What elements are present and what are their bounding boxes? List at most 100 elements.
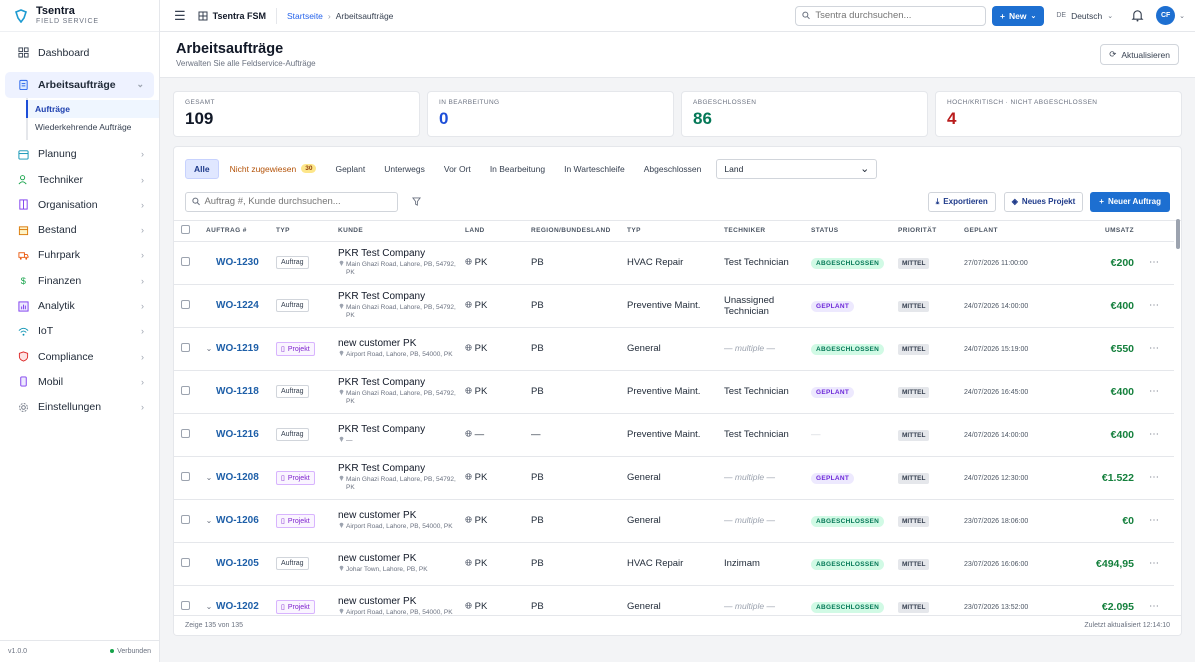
new-button[interactable]: + New ⌄ [992,5,1045,26]
bell-icon[interactable] [1131,9,1144,22]
customer-name[interactable]: PKR Test Company [338,424,465,435]
tab-alle[interactable]: Alle [185,158,219,179]
checkbox[interactable] [181,557,190,567]
work-order-link[interactable]: WO-1205 [216,558,259,569]
more-icon[interactable]: ⋯ [1134,542,1174,586]
tab-vor-ort[interactable]: Vor Ort [436,159,479,179]
row-select[interactable] [174,284,196,328]
checkbox[interactable] [181,600,190,610]
checkbox[interactable] [181,225,190,235]
avatar[interactable]: CF [1156,6,1176,25]
sidebar-item-finanzen[interactable]: $ Finanzen › [5,268,154,293]
global-search[interactable] [795,5,986,26]
scrollbar[interactable] [1176,219,1180,249]
sidebar-subitem[interactable]: Aufträge [26,99,159,118]
sidebar-item-bestand[interactable]: Bestand › [5,217,154,242]
customer-name[interactable]: new customer PK [338,596,465,607]
more-icon[interactable]: ⋯ [1134,456,1174,500]
more-icon[interactable]: ⋯ [1134,413,1174,457]
row-select[interactable] [174,370,196,414]
checkbox[interactable] [181,342,190,352]
customer-name[interactable]: PKR Test Company [338,463,465,474]
tab-in-bearbeitung[interactable]: In Bearbeitung [482,159,553,179]
more-icon[interactable]: ⋯ [1134,241,1174,285]
row-select[interactable] [174,456,196,500]
work-order-link[interactable]: WO-1206 [216,515,259,526]
table-row[interactable]: WO-1216 Auftrag PKR Test Company — — — Preven… [174,413,1174,457]
chevron-down-icon[interactable]: ⌄ [202,344,216,353]
tab-nicht-zugewiesen[interactable]: Nicht zugewiesen 30 [222,159,325,179]
column-header[interactable]: GEPLANT [964,221,1054,242]
row-select[interactable] [174,499,196,543]
filter-icon[interactable] [412,197,421,206]
table-row[interactable]: ⌄ WO-1219 ▯ Projekt new customer PK Airport R… [174,327,1174,371]
row-select[interactable] [174,241,196,285]
customer-name[interactable]: new customer PK [338,553,465,564]
column-header[interactable]: UMSATZ [1054,221,1134,242]
work-order-link[interactable]: WO-1218 [216,386,259,397]
column-header[interactable]: REGION/BUNDESLAND [531,221,627,242]
row-select[interactable] [174,327,196,371]
select-all[interactable] [174,221,196,242]
checkbox[interactable] [181,471,190,481]
column-header[interactable]: LAND [465,221,531,242]
new-order-button[interactable]: + Neuer Auftrag [1090,191,1170,212]
column-header[interactable]: PRIORITÄT [898,221,964,242]
work-order-link[interactable]: WO-1202 [216,601,259,612]
tab-abgeschlossen[interactable]: Abgeschlossen [636,159,710,179]
customer-name[interactable]: new customer PK [338,338,465,349]
table-search[interactable] [185,191,398,212]
checkbox[interactable] [181,385,190,395]
tab-in-warteschleife[interactable]: In Warteschleife [556,159,633,179]
more-icon[interactable]: ⋯ [1134,284,1174,328]
table-row[interactable]: WO-1224 Auftrag PKR Test Company Main Ghazi… [174,284,1174,328]
table-row[interactable]: WO-1230 Auftrag PKR Test Company Main Ghazi… [174,241,1174,285]
more-icon[interactable]: ⋯ [1134,370,1174,414]
column-header[interactable]: KUNDE [338,221,465,242]
sidebar-item-fuhrpark[interactable]: Fuhrpark › [5,243,154,268]
more-icon[interactable]: ⋯ [1134,327,1174,371]
table-row[interactable]: WO-1205 Auftrag new customer PK Johar Town,… [174,542,1174,586]
customer-name[interactable]: new customer PK [338,510,465,521]
chevron-down-icon[interactable]: ⌄ [1179,12,1185,20]
tab-unterwegs[interactable]: Unterwegs [376,159,433,179]
new-project-button[interactable]: ◈ Neues Projekt [1003,191,1084,212]
table-search-input[interactable] [204,196,391,207]
column-header[interactable]: TECHNIKER [724,221,811,242]
table-row[interactable]: ⌄ WO-1206 ▯ Projekt new customer PK Airport R… [174,499,1174,543]
checkbox[interactable] [181,514,190,524]
sidebar-subitem[interactable]: Wiederkehrende Aufträge [28,118,159,136]
land-select[interactable]: Land ⌄ [716,158,878,179]
column-header[interactable]: TYP [276,221,338,242]
breadcrumb-home[interactable]: Startseite [287,11,323,21]
work-order-link[interactable]: WO-1208 [216,472,259,483]
refresh-button[interactable]: ⟳ Aktualisieren [1100,44,1179,65]
chevron-down-icon[interactable]: ⌄ [202,602,216,611]
language-select[interactable]: DE Deutsch ⌄ [1056,11,1113,21]
column-header[interactable]: AUFTRAG # [196,221,276,242]
more-icon[interactable]: ⋯ [1134,499,1174,543]
column-header[interactable]: TYP [627,221,724,242]
sidebar-item-organisation[interactable]: Organisation › [5,192,154,217]
checkbox[interactable] [181,428,190,438]
sidebar-item-planung[interactable]: Planung › [5,142,154,167]
global-search-input[interactable] [815,10,979,21]
chevron-down-icon[interactable]: ⌄ [202,473,216,482]
sidebar-item-analytik[interactable]: Analytik › [5,293,154,318]
checkbox[interactable] [181,299,190,309]
export-button[interactable]: ⤓ Exportieren [927,191,996,212]
work-order-link[interactable]: WO-1216 [216,429,259,440]
table-row[interactable]: ⌄ WO-1208 ▯ Projekt PKR Test Company Main Gha… [174,456,1174,500]
work-order-link[interactable]: WO-1230 [216,257,259,268]
sidebar-item-techniker[interactable]: Techniker › [5,167,154,192]
sidebar-item-dashboard[interactable]: Dashboard [5,40,154,65]
workspace-switcher[interactable]: Tsentra FSM [198,7,277,24]
customer-name[interactable]: PKR Test Company [338,248,465,259]
work-order-link[interactable]: WO-1219 [216,343,259,354]
brand[interactable]: Tsentra FIELD SERVICE [0,0,159,32]
tab-geplant[interactable]: Geplant [327,159,373,179]
table-row[interactable]: WO-1218 Auftrag PKR Test Company Main Ghazi… [174,370,1174,414]
work-order-link[interactable]: WO-1224 [216,300,259,311]
customer-name[interactable]: PKR Test Company [338,291,465,302]
checkbox[interactable] [181,256,190,266]
